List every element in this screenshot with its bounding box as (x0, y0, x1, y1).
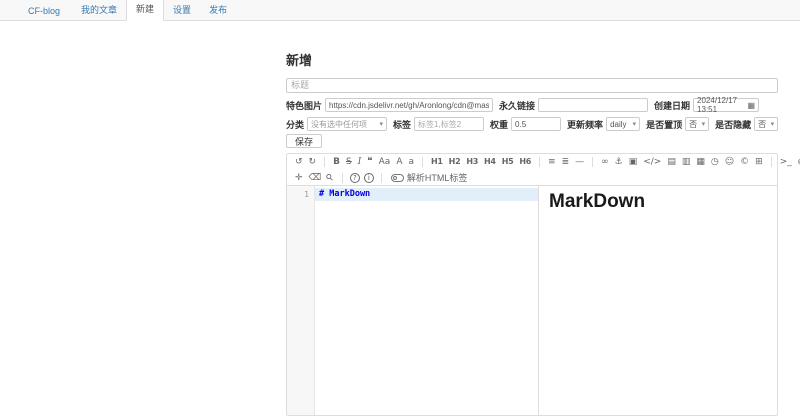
preview-heading: MarkDown (549, 191, 767, 213)
toolbar-separator (324, 157, 325, 167)
list-ol-icon[interactable]: ≣ (559, 155, 573, 169)
tab-settings[interactable]: 设置 (164, 0, 200, 21)
html-entities-icon[interactable]: © (737, 155, 752, 169)
parse-html-label: 解析HTML标签 (407, 171, 468, 184)
editor-toolbar-row-1: ↺↻BSI❝AaAaH1H2H3H4H5H6≡≣—∞⚓▣</>▤▥▦◷☺©⊞>_… (287, 154, 777, 170)
is-top-label: 是否置顶 (646, 118, 682, 131)
ucwords-icon[interactable]: Aa (376, 155, 394, 169)
uppercase-icon[interactable]: A (393, 155, 405, 169)
strikethrough-icon[interactable]: S (343, 155, 355, 169)
toggle-off-icon (391, 174, 404, 182)
link-icon[interactable]: ∞ (598, 155, 612, 169)
calendar-icon[interactable]: ▦ (747, 101, 755, 110)
pagebreak-icon[interactable]: ⊞ (752, 155, 766, 169)
line-number: 1 (287, 188, 309, 201)
lowercase-icon[interactable]: a (405, 155, 417, 169)
quote-icon[interactable]: ❝ (364, 155, 375, 169)
code-editing-area[interactable]: # MarkDown (315, 186, 538, 415)
help-icon[interactable]: ? (350, 173, 360, 183)
chevron-down-icon: ▾ (380, 120, 384, 128)
emoji-icon[interactable]: ☺ (722, 155, 737, 169)
editor-body: 1 # MarkDown MarkDown (287, 186, 777, 415)
form-row-2: 分类 没有选中任何项 ▾ 标签 权重 更新频率 daily ▾ 是否置顶 否 (286, 117, 778, 131)
h4-icon[interactable]: H4 (481, 155, 499, 169)
fullscreen-icon[interactable]: ✛ (292, 171, 306, 185)
goto-line-icon[interactable]: >_ (777, 155, 795, 169)
update-frequency-value: daily (610, 120, 626, 129)
page-title: 新增 (286, 50, 778, 69)
tags-label: 标签 (393, 118, 411, 131)
anchor-icon[interactable]: ⚓ (612, 155, 626, 169)
category-select[interactable]: 没有选中任何项 ▾ (307, 117, 387, 131)
permalink-label: 永久链接 (499, 99, 535, 112)
info-icon[interactable]: i (364, 173, 374, 183)
undo-icon[interactable]: ↺ (292, 155, 306, 169)
bold-icon[interactable]: B (330, 155, 343, 169)
toolbar-separator (539, 157, 540, 167)
h3-icon[interactable]: H3 (463, 155, 481, 169)
created-date-input[interactable]: 2024/12/17 13:51 ▦ (693, 98, 759, 112)
preformatted-text-icon[interactable]: ▤ (664, 155, 679, 169)
weight-input[interactable] (511, 117, 561, 131)
toolbar-separator (381, 173, 382, 183)
is-top-value: 否 (689, 119, 697, 130)
toolbar-separator (422, 157, 423, 167)
hr-icon[interactable]: — (572, 155, 587, 169)
brand-link[interactable]: CF-blog (20, 2, 72, 21)
image-icon[interactable]: ▣ (626, 155, 641, 169)
watch-icon[interactable]: ◉ (795, 155, 800, 169)
title-input[interactable] (286, 78, 778, 93)
list-ul-icon[interactable]: ≡ (545, 155, 559, 169)
italic-icon[interactable]: I (355, 155, 365, 169)
code-icon[interactable]: </> (640, 155, 664, 169)
tab-publish[interactable]: 发布 (200, 0, 236, 21)
h2-icon[interactable]: H2 (446, 155, 464, 169)
table-icon[interactable]: ▦ (693, 155, 708, 169)
h5-icon[interactable]: H5 (499, 155, 517, 169)
toolbar-separator (592, 157, 593, 167)
chevron-down-icon: ▾ (771, 120, 775, 128)
chevron-down-icon: ▾ (633, 120, 637, 128)
toolbar-separator (771, 157, 772, 167)
h1-icon[interactable]: H1 (428, 155, 446, 169)
tags-input[interactable] (414, 117, 484, 131)
line-number-gutter: 1 (287, 186, 315, 415)
markdown-preview-pane: MarkDown (539, 186, 777, 415)
category-value: 没有选中任何项 (311, 119, 367, 130)
weight-label: 权重 (490, 118, 508, 131)
save-button[interactable]: 保存 (286, 134, 322, 148)
code-line[interactable]: # MarkDown (315, 188, 538, 201)
code-pane: 1 # MarkDown (287, 186, 539, 415)
tab-new[interactable]: 新建 (126, 0, 164, 21)
category-label: 分类 (286, 118, 304, 131)
is-hidden-select[interactable]: 否 ▾ (754, 117, 778, 131)
redo-icon[interactable]: ↻ (306, 155, 320, 169)
editor-toolbar-row-2: ✛⌫⚲?i 解析HTML标签 (287, 170, 777, 186)
is-hidden-value: 否 (758, 119, 766, 130)
update-frequency-select[interactable]: daily ▾ (606, 117, 640, 131)
permalink-input[interactable] (538, 98, 648, 112)
toolbar-separator (342, 173, 343, 183)
featured-image-input[interactable] (325, 98, 493, 112)
featured-image-label: 特色图片 (286, 99, 322, 112)
markdown-editor: ↺↻BSI❝AaAaH1H2H3H4H5H6≡≣—∞⚓▣</>▤▥▦◷☺©⊞>_… (286, 153, 778, 416)
is-top-select[interactable]: 否 ▾ (685, 117, 709, 131)
top-navbar: CF-blog 我的文章 新建 设置 发布 (0, 0, 800, 21)
chevron-down-icon: ▾ (702, 120, 706, 128)
tab-my-articles[interactable]: 我的文章 (72, 0, 126, 21)
created-date-label: 创建日期 (654, 99, 690, 112)
code-block-icon[interactable]: ▥ (679, 155, 694, 169)
datetime-icon[interactable]: ◷ (708, 155, 722, 169)
parse-html-button[interactable]: 解析HTML标签 (391, 171, 468, 185)
created-date-value: 2024/12/17 13:51 (697, 96, 744, 114)
is-hidden-label: 是否隐藏 (715, 118, 751, 131)
update-frequency-label: 更新频率 (567, 118, 603, 131)
new-post-form: 新增 特色图片 永久链接 创建日期 2024/12/17 13:51 ▦ 分类 … (286, 42, 778, 416)
form-row-1: 特色图片 永久链接 创建日期 2024/12/17 13:51 ▦ (286, 98, 778, 112)
h6-icon[interactable]: H6 (516, 155, 534, 169)
